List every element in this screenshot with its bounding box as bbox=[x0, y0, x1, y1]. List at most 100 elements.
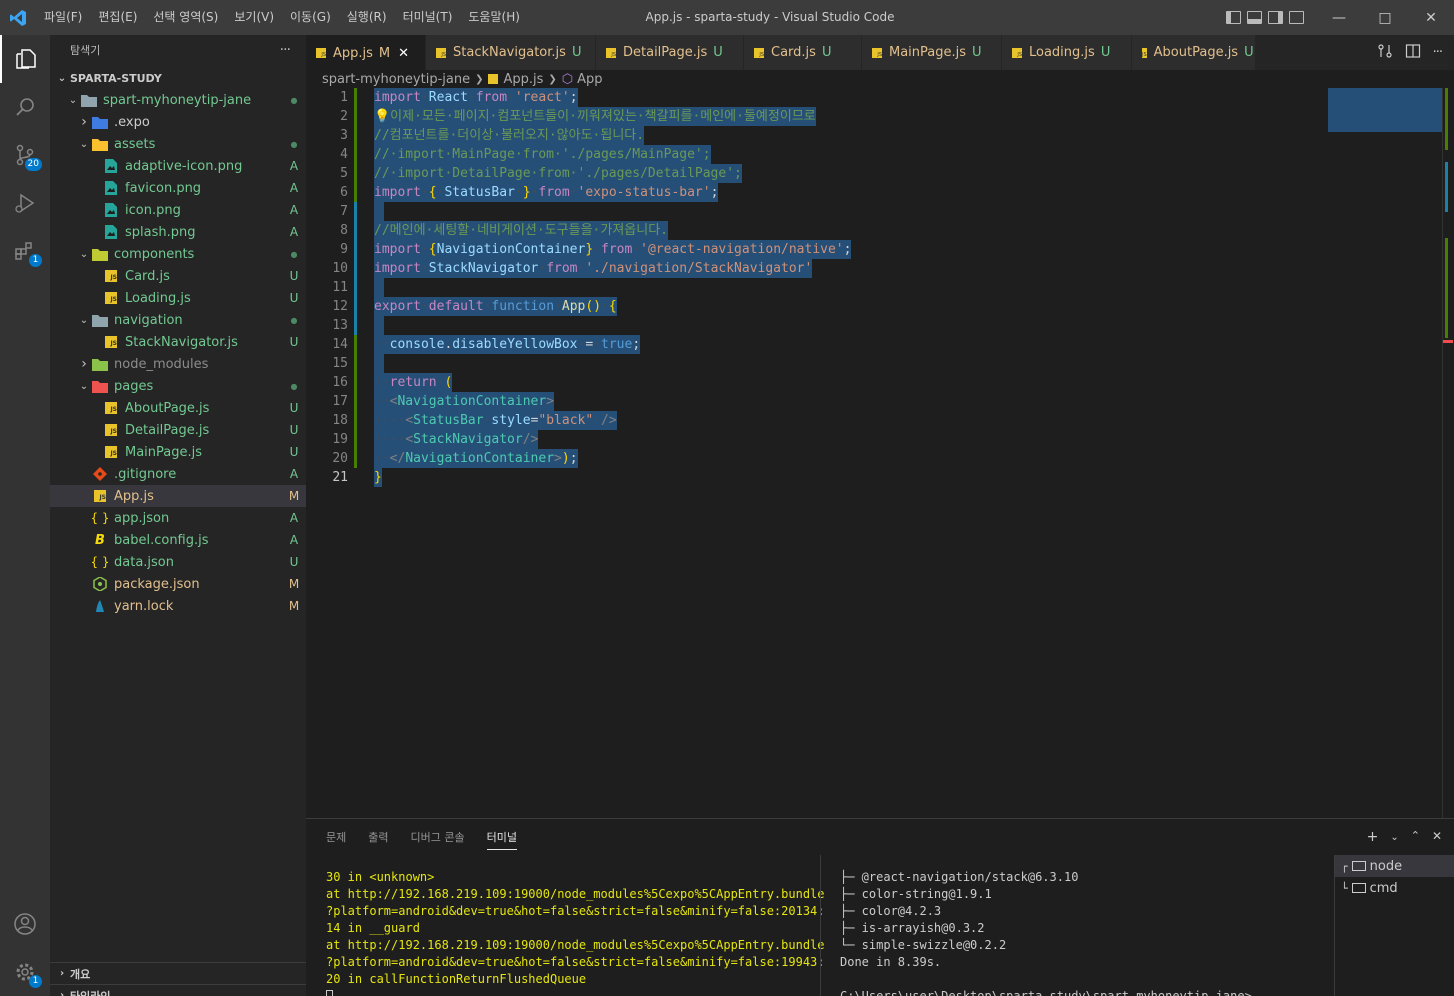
maximize-panel-icon[interactable]: ⌃ bbox=[1411, 829, 1420, 847]
editor-scrollbar[interactable] bbox=[1442, 88, 1454, 818]
tree-item[interactable]: splash.png A bbox=[50, 221, 306, 243]
terminal-item-cmd[interactable]: └ cmd bbox=[1335, 877, 1454, 899]
split-editor-icon[interactable] bbox=[1405, 43, 1421, 63]
tab-debug-console[interactable]: 디버그 콘솔 bbox=[411, 824, 465, 850]
tree-item[interactable]: .gitignore A bbox=[50, 463, 306, 485]
tree-item[interactable]: JS AboutPage.js U bbox=[50, 397, 306, 419]
code-editor[interactable]: 1 import·React·from·'react'; 2 💡이제·모든·페이지·컴… bbox=[306, 88, 1454, 818]
code-line[interactable]: 14 ··console.disableYellowBox·=·true; bbox=[306, 335, 1316, 354]
tree-item[interactable]: ⌄ navigation ● bbox=[50, 309, 306, 331]
code-line[interactable]: 20 ··</NavigationContainer>); bbox=[306, 449, 1316, 468]
tree-item[interactable]: favicon.png A bbox=[50, 177, 306, 199]
tree-item[interactable]: { } data.json U bbox=[50, 551, 306, 573]
tree-item[interactable]: JS Card.js U bbox=[50, 265, 306, 287]
code-line[interactable]: 4 //·import·MainPage·from·'./pages/MainPa… bbox=[306, 145, 1316, 164]
tab-output[interactable]: 출력 bbox=[368, 824, 388, 850]
maximize-icon[interactable]: □ bbox=[1362, 0, 1408, 35]
menu-go[interactable]: 이동(G) bbox=[282, 0, 339, 35]
chevron-down-icon[interactable]: ⌄ bbox=[1390, 829, 1398, 847]
tree-item[interactable]: Bbabel.config.js A bbox=[50, 529, 306, 551]
code-line[interactable]: 9 import·{NavigationContainer}·from·'@rea… bbox=[306, 240, 1316, 259]
code-line[interactable]: 3 //컴포넌트를·더이상·불러오지·않아도·됩니다. bbox=[306, 126, 1316, 145]
breadcrumb-symbol[interactable]: App bbox=[577, 72, 602, 87]
account-icon[interactable] bbox=[0, 900, 50, 948]
menu-view[interactable]: 보기(V) bbox=[226, 0, 282, 35]
tree-item[interactable]: ⌄ components ● bbox=[50, 243, 306, 265]
code-line[interactable]: 17 ··<NavigationContainer> bbox=[306, 392, 1316, 411]
tree-item[interactable]: ⌄ pages ● bbox=[50, 375, 306, 397]
new-terminal-icon[interactable]: + bbox=[1367, 829, 1379, 847]
menu-run[interactable]: 실행(R) bbox=[339, 0, 395, 35]
terminal-split-divider[interactable] bbox=[820, 855, 821, 996]
terminal-output-node[interactable]: 30 in <unknown> at http://192.168.219.109… bbox=[326, 869, 825, 996]
tree-item[interactable]: JS DetailPage.js U bbox=[50, 419, 306, 441]
extensions-icon[interactable]: 1 bbox=[0, 227, 50, 275]
customize-layout-icon[interactable] bbox=[1289, 11, 1304, 24]
editor-tab[interactable]: JS App.js M ✕ bbox=[306, 35, 426, 70]
code-line[interactable]: 21} bbox=[306, 468, 1316, 487]
code-line[interactable]: 11 bbox=[306, 278, 1316, 297]
code-line[interactable]: 15 bbox=[306, 354, 1316, 373]
editor-tab[interactable]: JS Card.js U bbox=[744, 35, 862, 70]
explorer-icon[interactable] bbox=[0, 35, 50, 83]
run-debug-icon[interactable] bbox=[0, 179, 50, 227]
tree-item[interactable]: ⌄ assets ● bbox=[50, 133, 306, 155]
code-line[interactable]: 19 ····<StackNavigator/> bbox=[306, 430, 1316, 449]
editor-tab[interactable]: JS MainPage.js U bbox=[862, 35, 1002, 70]
code-line[interactable]: 13 bbox=[306, 316, 1316, 335]
breadcrumb-file[interactable]: App.js bbox=[503, 72, 543, 87]
minimap[interactable] bbox=[1328, 88, 1442, 132]
minimize-icon[interactable]: — bbox=[1316, 0, 1362, 35]
tree-item[interactable]: JS StackNavigator.js U bbox=[50, 331, 306, 353]
code-line[interactable]: 16 ··return·( bbox=[306, 373, 1316, 392]
tree-item[interactable]: › node_modules bbox=[50, 353, 306, 375]
code-line[interactable]: 12 export·default·function·App()·{ bbox=[306, 297, 1316, 316]
source-control-icon[interactable]: 20 bbox=[0, 131, 50, 179]
editor-tab[interactable]: JS StackNavigator.js U bbox=[426, 35, 596, 70]
close-window-icon[interactable]: ✕ bbox=[1408, 0, 1454, 35]
tree-item[interactable]: JS MainPage.js U bbox=[50, 441, 306, 463]
menu-file[interactable]: 파일(F) bbox=[36, 0, 90, 35]
menu-selection[interactable]: 선택 영역(S) bbox=[145, 0, 226, 35]
toggle-panel-icon[interactable] bbox=[1247, 11, 1262, 24]
toggle-sidebar-icon[interactable] bbox=[1226, 11, 1241, 24]
code-line[interactable]: 8 //메인에·세팅할·네비게이션·도구들을·가져옵니다. bbox=[306, 221, 1316, 240]
code-line[interactable]: 6 import·{·StatusBar·}·from·'expo-status-… bbox=[306, 183, 1316, 202]
tree-item[interactable]: › .expo bbox=[50, 111, 306, 133]
settings-gear-icon[interactable]: 1 bbox=[0, 948, 50, 996]
terminal-output-cmd[interactable]: ├─ @react-navigation/stack@6.3.10 ├─ colo… bbox=[840, 869, 1320, 996]
timeline-section[interactable]: › 타임라인 bbox=[50, 984, 306, 996]
menu-help[interactable]: 도움말(H) bbox=[460, 0, 528, 35]
editor-tab[interactable]: JS Loading.js U bbox=[1002, 35, 1132, 70]
menu-terminal[interactable]: 터미널(T) bbox=[395, 0, 461, 35]
close-tab-icon[interactable]: ✕ bbox=[398, 46, 409, 61]
search-icon[interactable] bbox=[0, 83, 50, 131]
code-line[interactable]: 2 💡이제·모든·페이지·컴포넌트들이·끼워져있는·책갈피를·메인에·둘예정이므로 bbox=[306, 107, 1316, 126]
more-actions-icon[interactable]: ··· bbox=[1433, 45, 1443, 60]
tree-item[interactable]: icon.png A bbox=[50, 199, 306, 221]
tree-item[interactable]: { } app.json A bbox=[50, 507, 306, 529]
outline-section[interactable]: › 개요 bbox=[50, 962, 306, 984]
tab-problems[interactable]: 문제 bbox=[326, 824, 346, 850]
tree-item[interactable]: adaptive-icon.png A bbox=[50, 155, 306, 177]
menu-edit[interactable]: 편집(E) bbox=[90, 0, 145, 35]
code-line[interactable]: 7 bbox=[306, 202, 1316, 221]
code-line[interactable]: 5 //·import·DetailPage·from·'./pages/Deta… bbox=[306, 164, 1316, 183]
terminal-item-node[interactable]: ┌ node bbox=[1335, 855, 1454, 877]
tab-terminal[interactable]: 터미널 bbox=[486, 824, 517, 850]
editor-tab[interactable]: JS DetailPage.js U bbox=[596, 35, 744, 70]
toggle-secondary-sidebar-icon[interactable] bbox=[1268, 11, 1283, 24]
workspace-root[interactable]: ⌄ SPARTA-STUDY bbox=[50, 67, 306, 89]
code-line[interactable]: 1 import·React·from·'react'; bbox=[306, 88, 1316, 107]
editor-tab[interactable]: JS AboutPage.js U bbox=[1132, 35, 1256, 70]
explorer-more-icon[interactable]: ··· bbox=[280, 42, 291, 58]
compare-changes-icon[interactable] bbox=[1377, 43, 1393, 63]
code-line[interactable]: 18 ····<StatusBar·style="black"·/> bbox=[306, 411, 1316, 430]
close-panel-icon[interactable]: ✕ bbox=[1432, 829, 1442, 847]
tree-item[interactable]: JS App.js M bbox=[50, 485, 306, 507]
tree-item[interactable]: package.json M bbox=[50, 573, 306, 595]
code-line[interactable]: 10 import·StackNavigator·from·'./navigati… bbox=[306, 259, 1316, 278]
tree-item[interactable]: JS Loading.js U bbox=[50, 287, 306, 309]
tree-item[interactable]: ⌄ spart-myhoneytip-jane ● bbox=[50, 89, 306, 111]
breadcrumb-folder[interactable]: spart-myhoneytip-jane bbox=[322, 72, 470, 87]
